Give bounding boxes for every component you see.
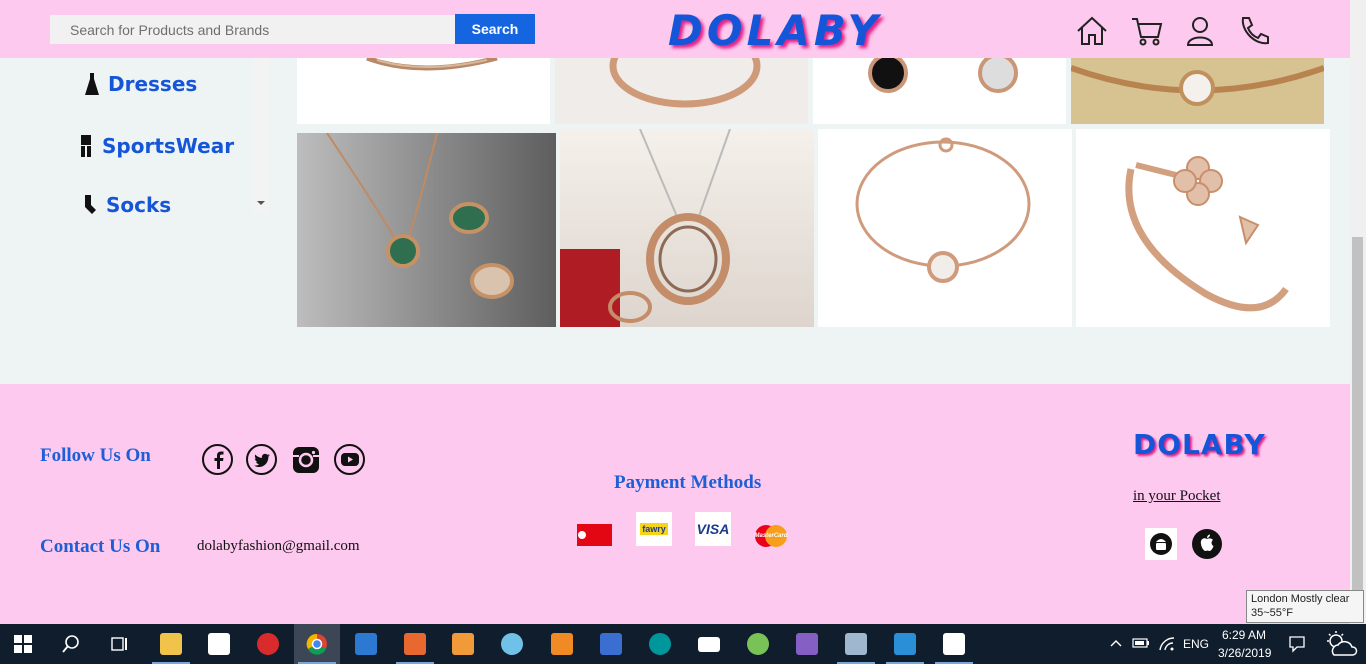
notification-icon[interactable] bbox=[1288, 635, 1306, 653]
follow-us-label: Follow Us On bbox=[40, 445, 151, 466]
payment-methods-label: Payment Methods bbox=[614, 472, 762, 493]
product-image-ring[interactable] bbox=[555, 58, 808, 124]
weather-tooltip: London Mostly clear 35~55°F bbox=[1246, 590, 1364, 623]
taskbar-app-remote[interactable] bbox=[588, 624, 634, 664]
visa-icon: VISA bbox=[695, 512, 731, 546]
sidebar-item-sportswear[interactable]: SportsWear bbox=[78, 134, 234, 158]
search-icon bbox=[62, 635, 79, 653]
clock-time[interactable]: 6:29 AM bbox=[1222, 628, 1266, 642]
sidebar-item-label: SportsWear bbox=[102, 134, 235, 158]
dress-icon bbox=[85, 73, 99, 95]
vodafone-cash-icon bbox=[577, 524, 612, 546]
arduino-icon bbox=[649, 633, 671, 655]
weather-icon[interactable] bbox=[1324, 630, 1358, 658]
pdf-icon bbox=[551, 633, 573, 655]
page-scrollbar-thumb[interactable] bbox=[1352, 237, 1363, 623]
user-icon[interactable] bbox=[1183, 14, 1217, 48]
product-image-ring-pendant[interactable] bbox=[560, 129, 814, 327]
sidebar-item-dresses[interactable]: Dresses bbox=[84, 72, 197, 96]
taskbar-app-file-explorer[interactable] bbox=[148, 624, 194, 664]
facebook-icon[interactable] bbox=[202, 444, 233, 475]
cart-icon[interactable] bbox=[1130, 14, 1164, 48]
fawry-label: fawry bbox=[640, 523, 668, 535]
task-view-icon bbox=[111, 637, 127, 651]
outlook-icon bbox=[355, 633, 377, 655]
weather-tooltip-location: London Mostly clear bbox=[1251, 593, 1350, 605]
sportswear-icon bbox=[81, 135, 91, 157]
home-icon[interactable] bbox=[1075, 14, 1109, 48]
product-image-bracelet[interactable] bbox=[818, 129, 1072, 327]
wifi-icon[interactable] bbox=[1158, 636, 1176, 652]
app-orange-icon bbox=[404, 633, 426, 655]
taskbar-app-photos[interactable] bbox=[833, 624, 879, 664]
sidebar-scrollbar[interactable] bbox=[253, 58, 269, 214]
search-input[interactable] bbox=[50, 15, 455, 44]
chevron-up-icon[interactable] bbox=[1110, 638, 1122, 648]
taskbar-app-android-studio[interactable] bbox=[735, 624, 781, 664]
taskbar-app-paint[interactable] bbox=[489, 624, 535, 664]
mastercard-label: MasterCard bbox=[754, 533, 788, 539]
paint-icon bbox=[501, 633, 523, 655]
store-icon bbox=[208, 633, 230, 655]
product-image-earrings[interactable] bbox=[813, 58, 1066, 124]
folder-icon bbox=[160, 633, 182, 655]
sidebar-item-socks[interactable]: Socks bbox=[82, 193, 171, 217]
contact-us-label: Contact Us On bbox=[40, 536, 161, 557]
taskbar-app-store[interactable] bbox=[196, 624, 242, 664]
youtube-icon[interactable] bbox=[334, 444, 365, 475]
language-indicator[interactable]: ENG bbox=[1183, 637, 1209, 651]
taskbar-app-blue[interactable] bbox=[882, 624, 928, 664]
taskbar-app-movie-maker[interactable] bbox=[931, 624, 977, 664]
product-image-necklace[interactable] bbox=[297, 58, 550, 124]
taskbar-app-red[interactable] bbox=[245, 624, 291, 664]
taskbar-app-orange[interactable] bbox=[392, 624, 438, 664]
visa-label: VISA bbox=[696, 521, 730, 537]
search-button[interactable]: Search bbox=[455, 14, 535, 44]
chrome-icon bbox=[306, 633, 327, 655]
windows-icon bbox=[14, 635, 32, 653]
twitter-icon[interactable] bbox=[246, 444, 277, 475]
battery-icon[interactable] bbox=[1132, 636, 1150, 650]
android-studio-icon bbox=[747, 633, 769, 655]
start-button[interactable] bbox=[0, 624, 46, 664]
visual-studio-icon bbox=[796, 633, 818, 655]
taskbar-app-outlook[interactable] bbox=[343, 624, 389, 664]
taskbar-app-arduino[interactable] bbox=[637, 624, 683, 664]
media-player-icon bbox=[452, 633, 474, 655]
taskbar-search-button[interactable] bbox=[48, 624, 94, 664]
movie-maker-icon bbox=[943, 633, 965, 655]
product-image-flower-cuff[interactable] bbox=[1076, 129, 1330, 327]
in-your-pocket-link[interactable]: in your Pocket bbox=[1133, 488, 1221, 505]
instagram-icon[interactable] bbox=[290, 444, 321, 475]
sock-icon bbox=[85, 195, 96, 214]
fawry-icon: fawry bbox=[636, 512, 672, 546]
mastercard-icon: MasterCard bbox=[753, 524, 789, 548]
contact-email[interactable]: dolabyfashion@gmail.com bbox=[197, 538, 360, 555]
scroll-down-arrow-icon[interactable] bbox=[257, 201, 265, 205]
product-image-bracelet-chain[interactable] bbox=[1071, 58, 1324, 124]
phone-icon[interactable] bbox=[1237, 14, 1271, 48]
taskbar-app-pdf[interactable] bbox=[539, 624, 585, 664]
taskbar-app-media-player[interactable] bbox=[440, 624, 486, 664]
mail-icon bbox=[698, 636, 720, 652]
footer-logo: DOLABY bbox=[1133, 428, 1266, 461]
app-red-icon bbox=[257, 633, 279, 655]
apple-icon[interactable] bbox=[1191, 528, 1223, 560]
clock-date[interactable]: 3/26/2019 bbox=[1218, 646, 1271, 660]
weather-tooltip-temp: 35~55°F bbox=[1251, 607, 1294, 619]
taskbar-app-visual-studio[interactable] bbox=[784, 624, 830, 664]
taskbar-app-chrome[interactable] bbox=[294, 624, 340, 664]
android-icon[interactable] bbox=[1145, 528, 1177, 560]
windows-taskbar: ENG 6:29 AM 3/26/2019 bbox=[0, 624, 1366, 664]
site-header: Search DOLABY bbox=[0, 0, 1350, 58]
task-view-button[interactable] bbox=[96, 624, 142, 664]
photos-icon bbox=[845, 633, 867, 655]
sidebar-item-label: Dresses bbox=[108, 72, 198, 96]
app-blue-icon bbox=[894, 633, 916, 655]
taskbar-app-mail[interactable] bbox=[686, 624, 732, 664]
remote-icon bbox=[600, 633, 622, 655]
sidebar-item-label: Socks bbox=[106, 193, 172, 217]
product-image-necklace-and-rings[interactable] bbox=[297, 133, 556, 327]
site-logo[interactable]: DOLABY bbox=[668, 6, 882, 55]
